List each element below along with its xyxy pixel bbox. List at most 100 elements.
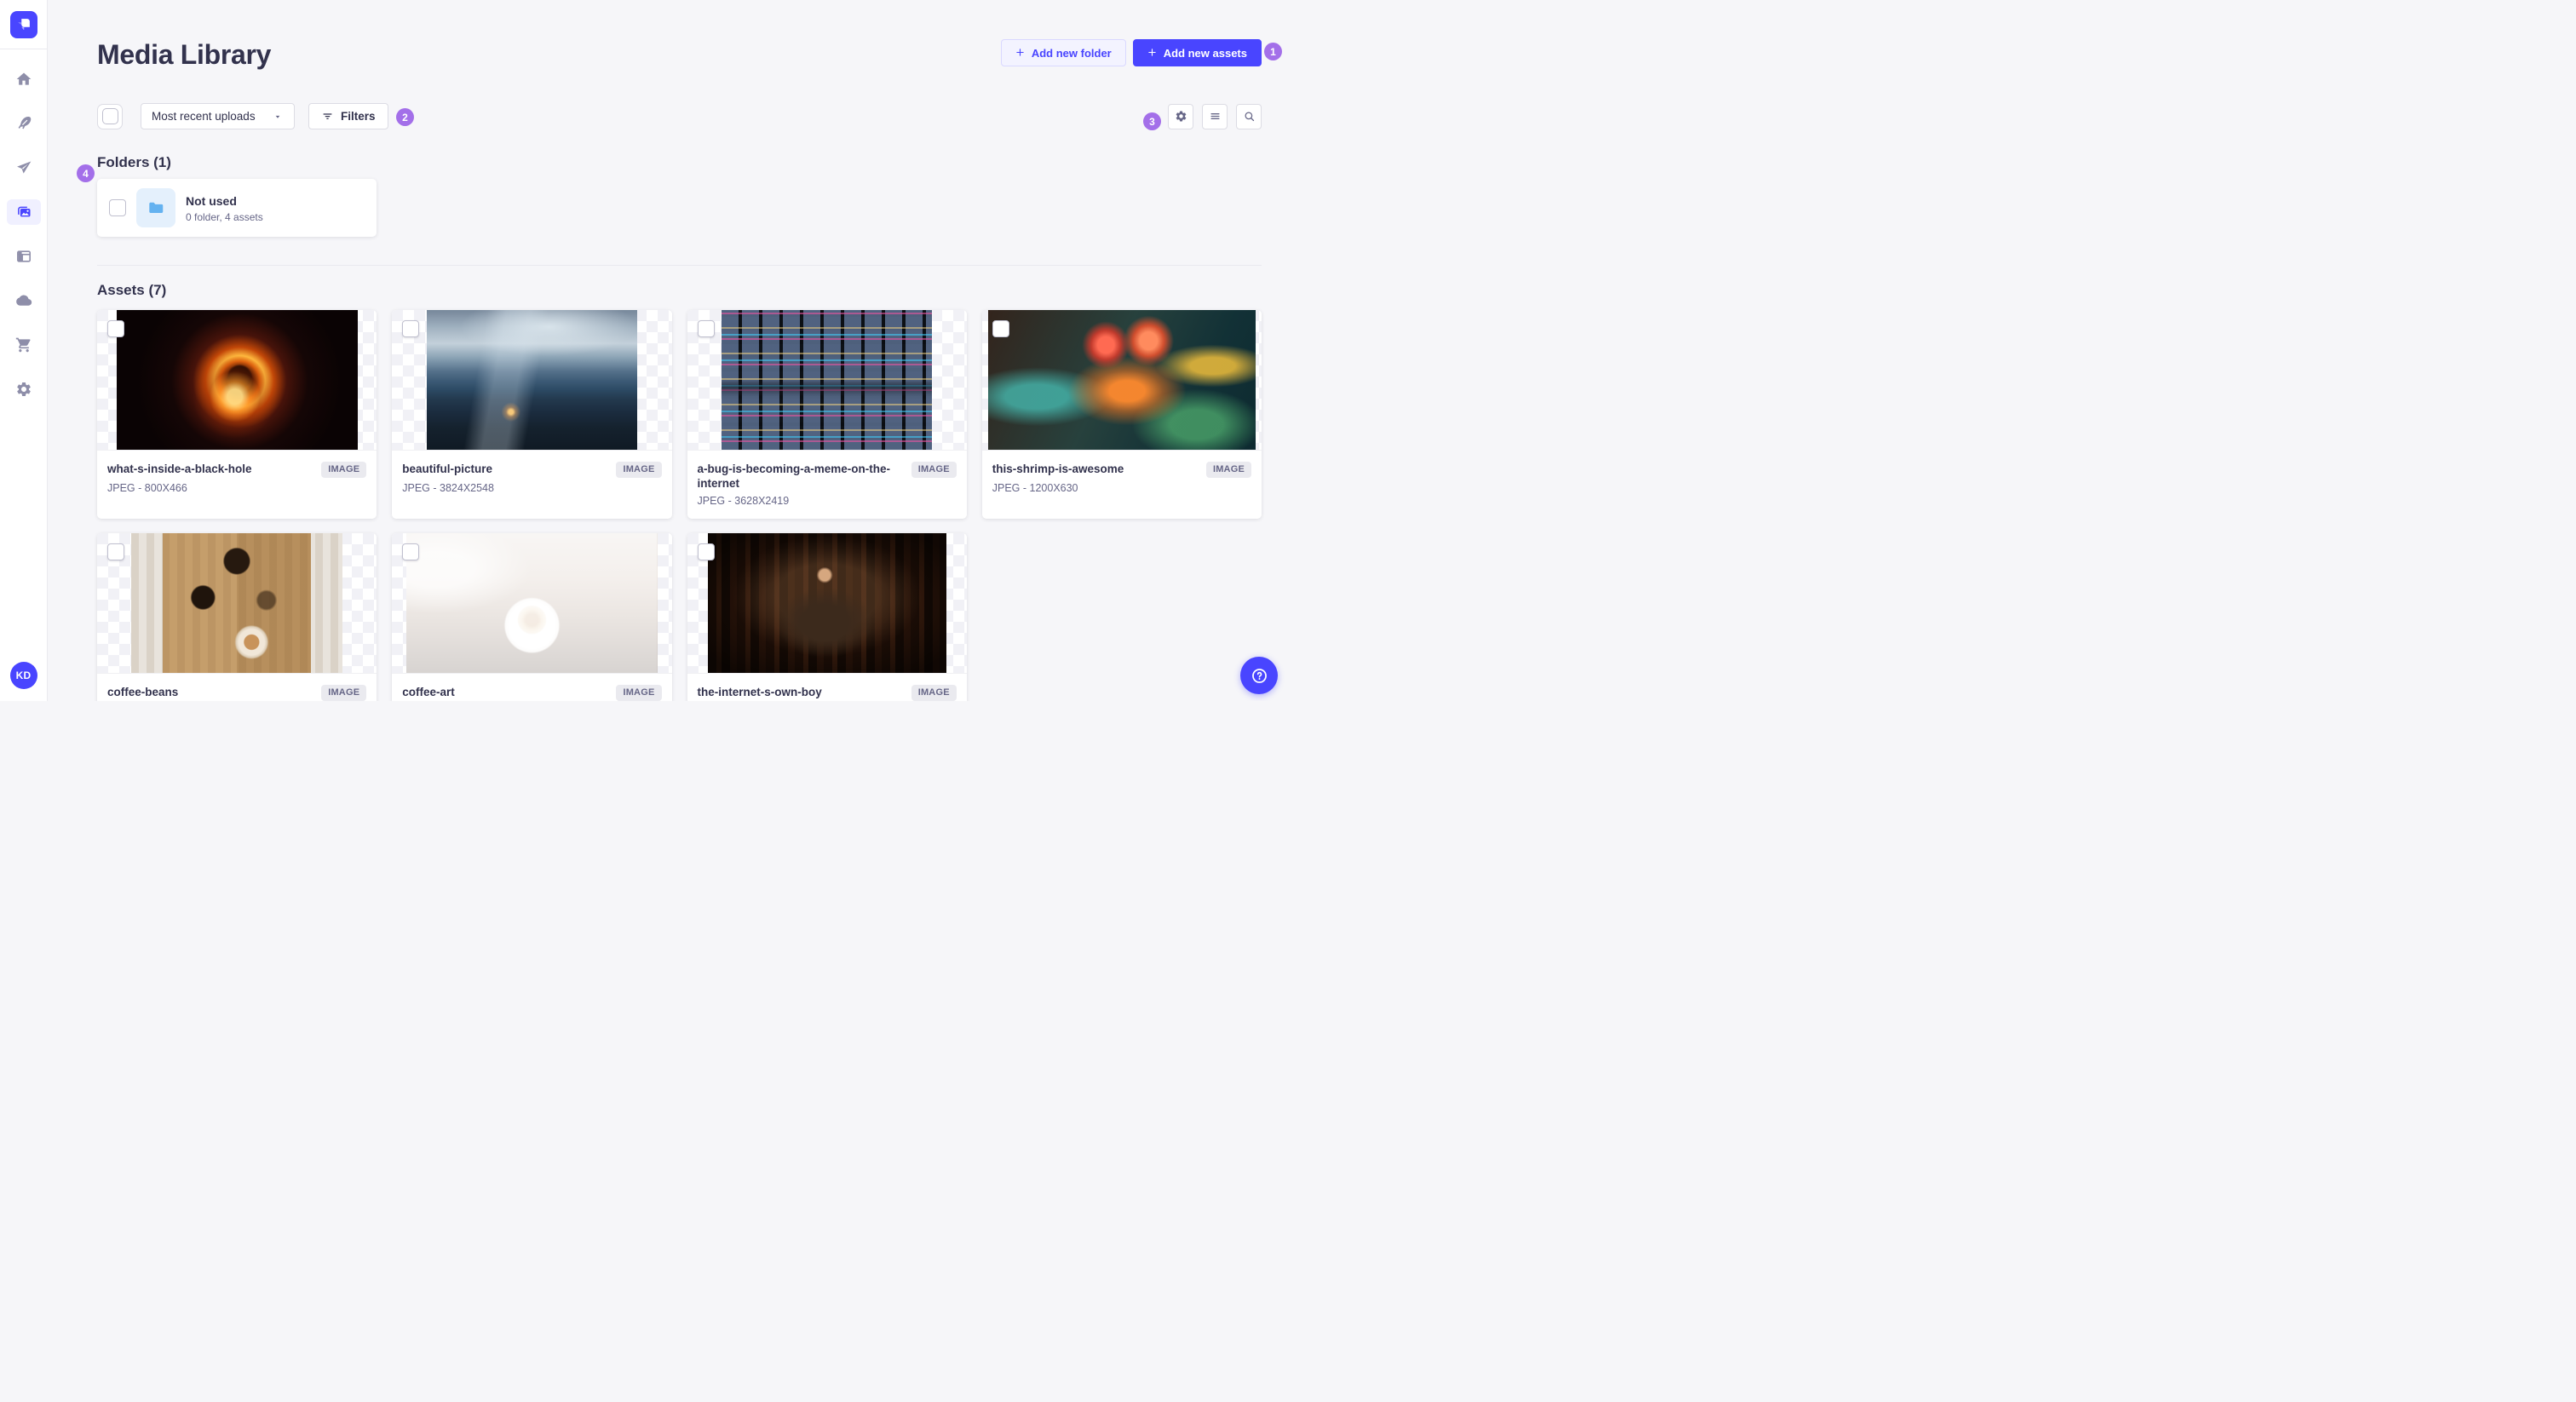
media-library-icon (17, 206, 30, 217)
search-icon (1245, 112, 1254, 122)
filters-label: Filters (341, 110, 376, 123)
asset-info: a-bug-is-becoming-a-meme-on-the-internet… (687, 451, 967, 507)
asset-name: coffee-art (402, 686, 455, 698)
plus-icon (1147, 47, 1157, 60)
sidebar-item-media-library[interactable] (6, 199, 41, 225)
settings-button[interactable] (1168, 103, 1193, 129)
asset-image (721, 310, 933, 450)
cloud-icon (15, 295, 32, 306)
list-view-button[interactable] (1202, 103, 1228, 129)
search-button[interactable] (1236, 103, 1262, 129)
annotation-badge-2: 2 (396, 108, 414, 126)
sidebar-item-paper-plane[interactable] (7, 155, 41, 181)
help-button[interactable] (1240, 657, 1278, 694)
sidebar-nav (6, 66, 41, 402)
layout-icon (16, 250, 31, 262)
asset-info: coffee-art IMAGE JPEG - 5824X3259 (392, 674, 671, 701)
asset-type-badge: IMAGE (321, 462, 367, 478)
feather-icon (18, 117, 31, 129)
asset-name: the-internet-s-own-boy (697, 686, 822, 698)
folder-texts: Not used 0 folder, 4 assets (186, 193, 263, 223)
add-new-folder-label: Add new folder (1031, 46, 1112, 60)
assets-grid: what-s-inside-a-black-hole IMAGE JPEG - … (97, 310, 1262, 701)
sidebar-item-home[interactable] (7, 66, 41, 92)
asset-type-badge: IMAGE (616, 462, 662, 478)
asset-image (987, 310, 1256, 450)
folders-grid: Not used 0 folder, 4 assets (97, 179, 1262, 237)
asset-card[interactable]: a-bug-is-becoming-a-meme-on-the-internet… (687, 310, 967, 519)
asset-image (131, 533, 342, 673)
plus-icon (1015, 47, 1025, 60)
asset-card[interactable]: this-shrimp-is-awesome IMAGE JPEG - 1200… (981, 310, 1262, 519)
add-new-assets-button[interactable]: Add new assets (1132, 39, 1262, 66)
filters-button[interactable]: Filters (308, 103, 388, 129)
sidebar-item-cart[interactable] (7, 332, 41, 358)
asset-checkbox[interactable] (107, 320, 124, 337)
asset-type-badge: IMAGE (321, 685, 367, 701)
asset-card[interactable]: coffee-beans IMAGE JPEG - 5021X3347 (97, 533, 377, 701)
asset-name: coffee-beans (107, 686, 179, 698)
asset-type-badge: IMAGE (911, 462, 957, 478)
view-controls (1168, 103, 1262, 129)
asset-meta: JPEG - 1200X630 (992, 482, 1078, 494)
folder-icon (149, 202, 164, 213)
asset-card[interactable]: what-s-inside-a-black-hole IMAGE JPEG - … (97, 310, 377, 519)
asset-checkbox[interactable] (697, 543, 715, 560)
add-new-assets-label: Add new assets (1163, 46, 1247, 60)
sidebar-item-feather[interactable] (7, 111, 41, 136)
asset-checkbox[interactable] (107, 543, 124, 560)
select-all-checkbox[interactable] (97, 103, 123, 129)
chevron-down-icon (275, 115, 280, 118)
asset-thumbnail (392, 310, 672, 451)
folder-card[interactable]: Not used 0 folder, 4 assets (97, 179, 377, 237)
folder-checkbox[interactable] (109, 199, 126, 216)
gear-icon (16, 382, 31, 396)
asset-info: coffee-beans IMAGE JPEG - 5021X3347 (97, 674, 377, 701)
app-root: KD Media Library Add new folder Add new … (0, 0, 1288, 701)
asset-checkbox[interactable] (402, 543, 420, 560)
folder-name: Not used (186, 193, 237, 208)
page-header: Media Library Add new folder Add new ass… (97, 37, 1262, 72)
asset-checkbox[interactable] (402, 320, 420, 337)
strapi-logo-icon[interactable] (9, 11, 37, 38)
add-new-folder-button[interactable]: Add new folder (1000, 39, 1126, 66)
page-title: Media Library (97, 39, 272, 70)
user-avatar[interactable]: KD (9, 662, 37, 689)
asset-image (116, 310, 358, 450)
asset-info: this-shrimp-is-awesome IMAGE JPEG - 1200… (982, 451, 1262, 494)
folder-tile (136, 188, 175, 227)
asset-thumbnail (687, 310, 967, 451)
home-icon (16, 72, 31, 85)
list-icon (1210, 113, 1220, 119)
checkbox-box (101, 108, 118, 124)
sidebar-item-layout[interactable] (7, 244, 41, 269)
asset-card[interactable]: beautiful-picture IMAGE JPEG - 3824X2548 (392, 310, 672, 519)
asset-image (405, 533, 658, 673)
asset-checkbox[interactable] (992, 320, 1009, 337)
asset-thumbnail (97, 310, 377, 451)
asset-checkbox[interactable] (697, 320, 715, 337)
sort-select-value: Most recent uploads (152, 110, 256, 123)
asset-name: beautiful-picture (402, 463, 493, 475)
annotation-badge-4: 4 (77, 164, 95, 182)
annotation-badge-1: 1 (1264, 43, 1282, 60)
cart-icon (15, 337, 31, 353)
asset-image (426, 310, 638, 450)
assets-heading: Assets (7) (97, 282, 167, 298)
sort-select[interactable]: Most recent uploads (141, 103, 295, 129)
asset-type-badge: IMAGE (1205, 462, 1251, 478)
sidebar-item-gear[interactable] (7, 376, 41, 402)
asset-type-badge: IMAGE (616, 685, 662, 701)
asset-name: this-shrimp-is-awesome (992, 463, 1124, 475)
paper-plane-icon (16, 161, 31, 174)
asset-card[interactable]: the-internet-s-own-boy IMAGE JPEG - 1200… (687, 533, 967, 701)
sidebar-item-cloud[interactable] (7, 288, 41, 313)
asset-type-badge: IMAGE (911, 685, 957, 701)
folders-heading: Folders (1) (97, 154, 171, 170)
asset-card[interactable]: coffee-art IMAGE JPEG - 5824X3259 (392, 533, 672, 701)
asset-info: beautiful-picture IMAGE JPEG - 3824X2548 (392, 451, 671, 494)
asset-meta: JPEG - 800X466 (107, 482, 187, 494)
asset-image (707, 533, 946, 673)
asset-thumbnail (687, 533, 967, 674)
filter-icon (323, 113, 332, 119)
